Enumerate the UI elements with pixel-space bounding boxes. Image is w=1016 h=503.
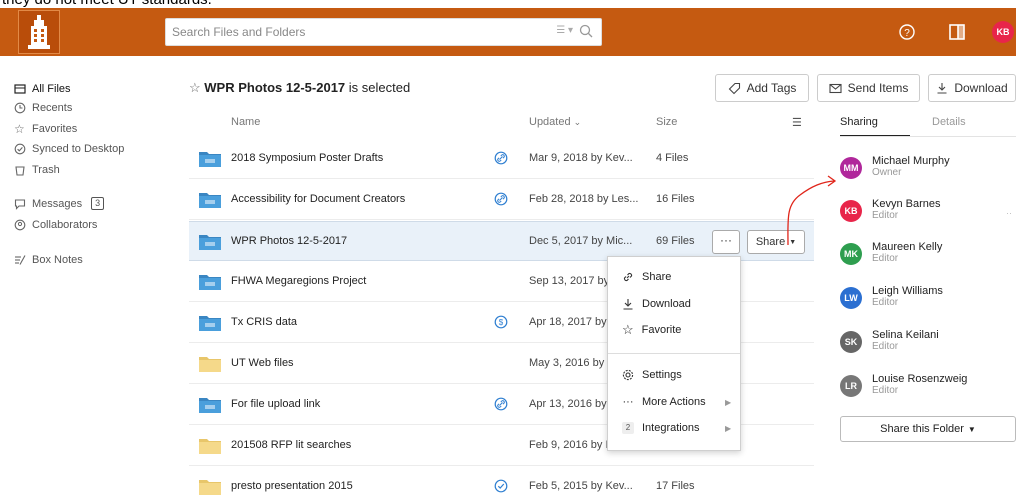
box-app-window: they do not meet UT standards. ☰ ▾ <box>0 0 1016 503</box>
annotation-arrow <box>787 175 837 246</box>
